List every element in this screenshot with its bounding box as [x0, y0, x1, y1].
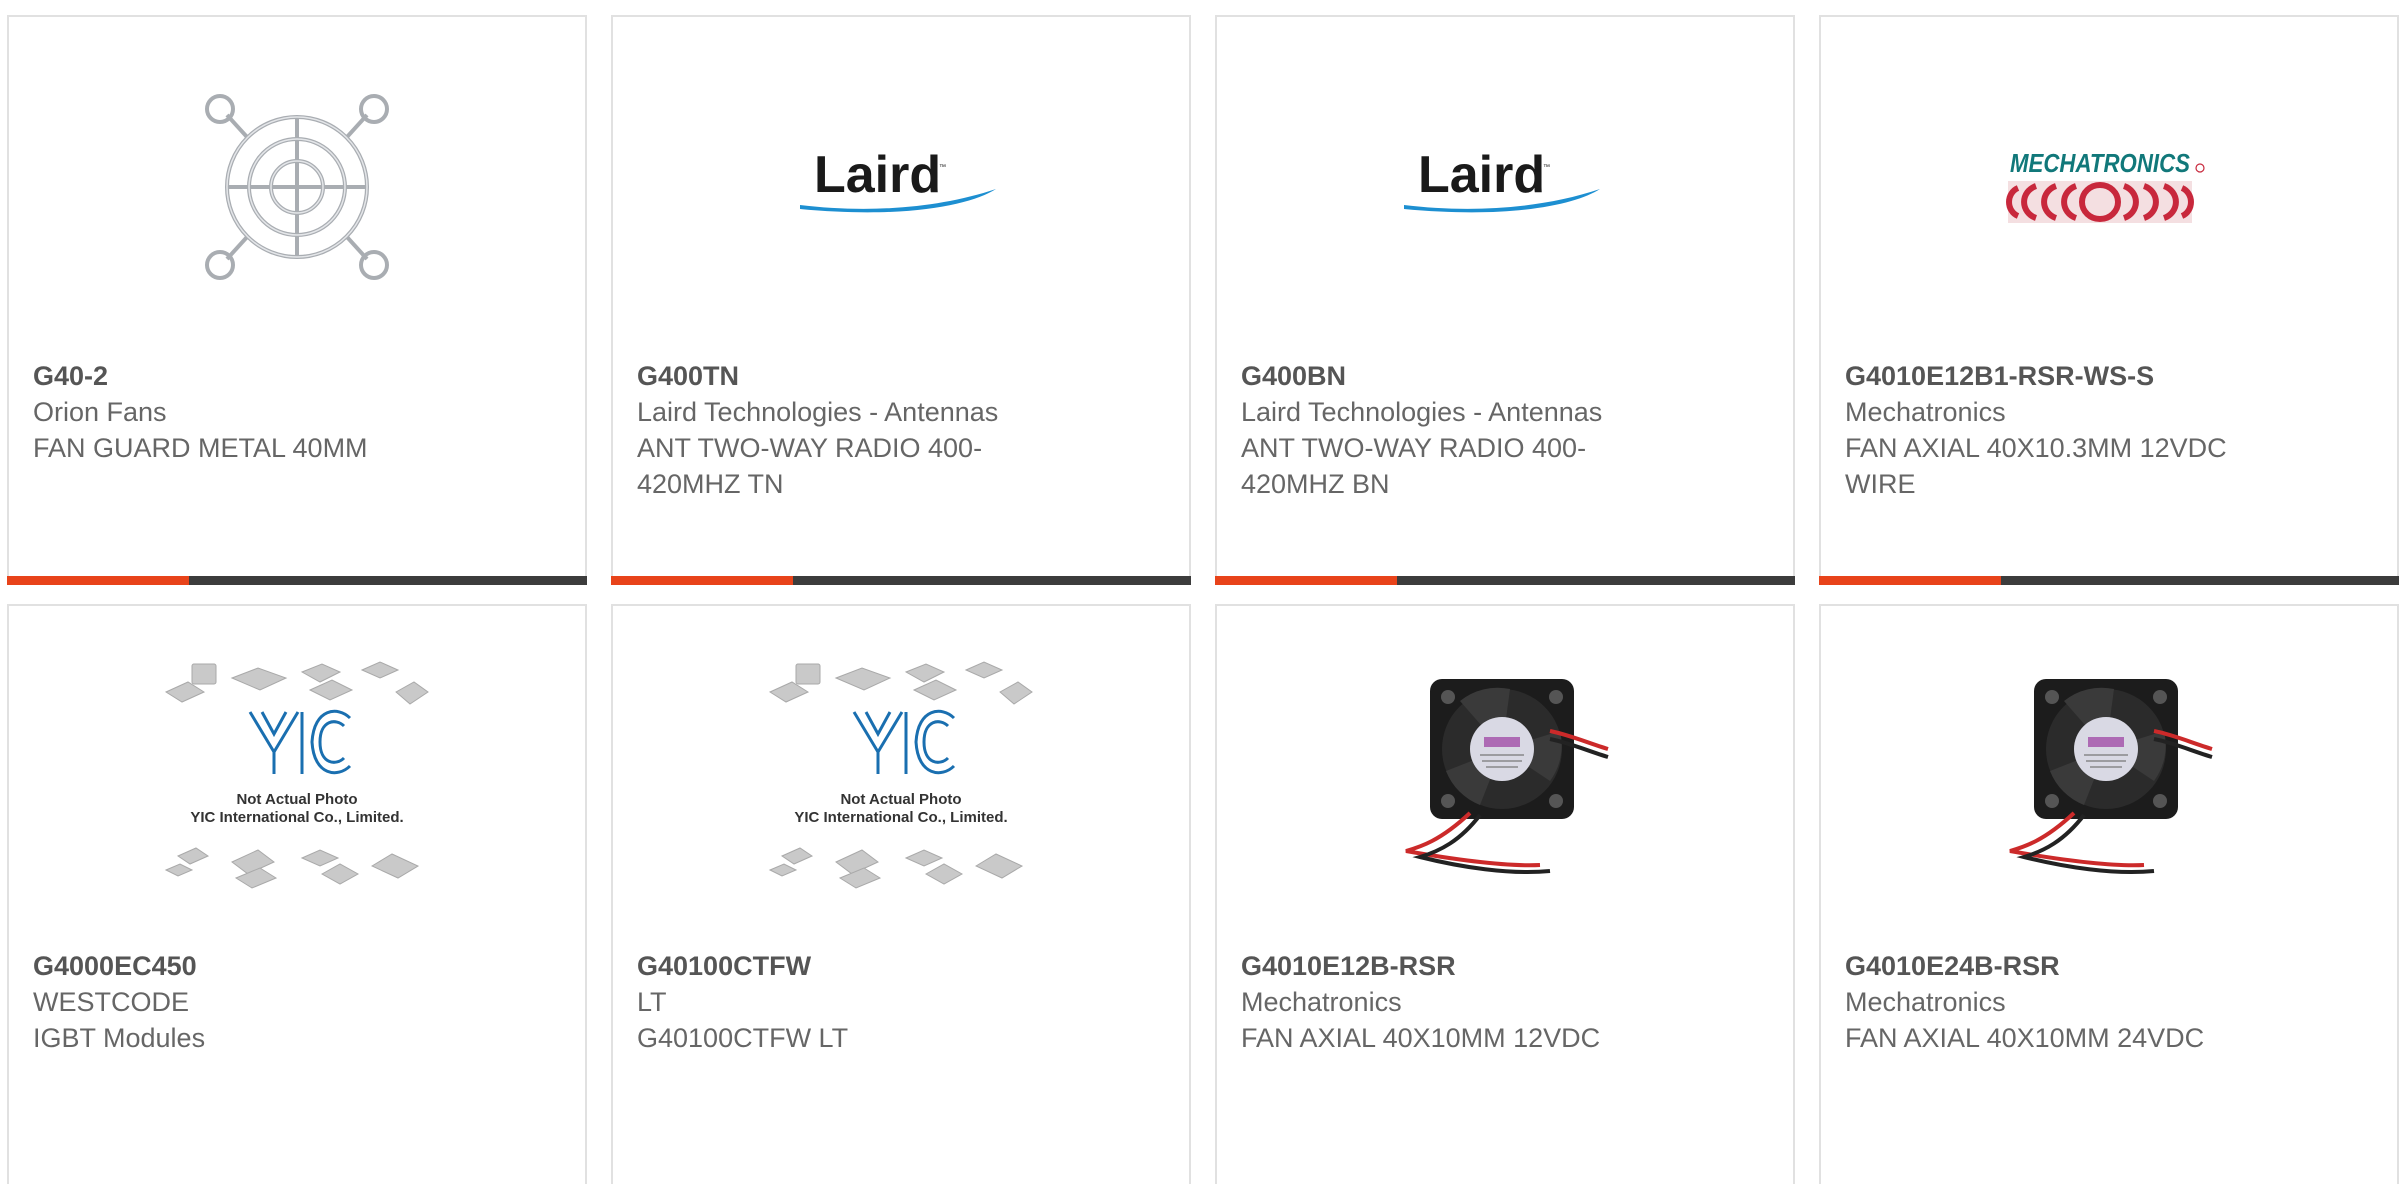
product-image[interactable]: Laird ™ — [613, 67, 1189, 307]
fan-guard-photo — [205, 94, 389, 280]
manufacturer: Mechatronics — [1845, 397, 2006, 427]
description: FAN AXIAL 40X10.3MM 12VDC WIRE — [1845, 433, 2227, 499]
card-accent-bar — [1819, 576, 2399, 585]
description: FAN GUARD METAL 40MM — [33, 433, 368, 463]
laird-logo: Laird ™ — [800, 147, 996, 213]
card-accent-bar — [1215, 576, 1795, 585]
product-card[interactable]: G4010E12B-RSR Mechatronics FAN AXIAL 40X… — [1215, 604, 1795, 1184]
svg-text:Laird: Laird — [814, 147, 941, 204]
part-number[interactable]: G40100CTFW — [637, 948, 1157, 984]
manufacturer: Laird Technologies - Antennas — [1241, 397, 1603, 427]
mechatronics-logo: MECHATRONICS — [2006, 148, 2205, 223]
product-card[interactable]: Not Actual Photo YIC International Co., … — [611, 604, 1191, 1184]
svg-text:Not Actual Photo: Not Actual Photo — [236, 791, 357, 808]
product-image[interactable]: MECHATRONICS — [1821, 67, 2397, 307]
product-card[interactable]: G40-2 Orion Fans FAN GUARD METAL 40MM — [7, 15, 587, 585]
svg-text:Laird: Laird — [1418, 147, 1545, 204]
product-card[interactable]: Laird ™ G400TN Laird Technologies - Ante… — [611, 15, 1191, 585]
manufacturer: Orion Fans — [33, 397, 167, 427]
description: ANT TWO-WAY RADIO 400-420MHZ BN — [1241, 433, 1587, 499]
product-card[interactable]: MECHATRONICS G4010E12B1-RSR-WS-S Mechatr… — [1819, 15, 2399, 585]
axial-fan-photo — [2009, 679, 2213, 875]
product-image[interactable] — [1821, 656, 2397, 896]
not-actual-photo-placeholder: Not Actual Photo YIC International Co., … — [768, 661, 1033, 889]
part-number[interactable]: G400BN — [1241, 358, 1761, 394]
product-card[interactable]: Laird ™ G400BN Laird Technologies - Ante… — [1215, 15, 1795, 585]
product-image[interactable]: Not Actual Photo YIC International Co., … — [9, 656, 585, 896]
part-number[interactable]: G4010E12B1-RSR-WS-S — [1845, 358, 2365, 394]
svg-text:Not Actual Photo: Not Actual Photo — [840, 791, 961, 808]
svg-text:YIC International Co., Limited: YIC International Co., Limited. — [794, 809, 1007, 826]
manufacturer: Mechatronics — [1845, 987, 2006, 1017]
svg-text:MECHATRONICS: MECHATRONICS — [2010, 148, 2191, 178]
axial-fan-photo — [1405, 679, 1609, 875]
description: FAN AXIAL 40X10MM 24VDC — [1845, 1023, 2205, 1053]
not-actual-photo-placeholder: Not Actual Photo YIC International Co., … — [164, 661, 429, 889]
product-image[interactable]: Not Actual Photo YIC International Co., … — [613, 656, 1189, 896]
card-accent-bar — [7, 576, 587, 585]
svg-text:™: ™ — [1543, 164, 1550, 171]
manufacturer: Laird Technologies - Antennas — [637, 397, 999, 427]
laird-logo: Laird ™ — [1404, 147, 1600, 213]
svg-text:YIC International Co., Limited: YIC International Co., Limited. — [190, 809, 403, 826]
description: G40100CTFW LT — [637, 1023, 849, 1053]
part-number[interactable]: G4000EC450 — [33, 948, 553, 984]
part-number[interactable]: G4010E12B-RSR — [1241, 948, 1761, 984]
part-number[interactable]: G40-2 — [33, 358, 553, 394]
part-number[interactable]: G400TN — [637, 358, 1157, 394]
description: IGBT Modules — [33, 1023, 206, 1053]
product-grid: G40-2 Orion Fans FAN GUARD METAL 40MM La… — [0, 0, 2400, 1184]
manufacturer: LT — [637, 987, 667, 1017]
product-image[interactable] — [9, 67, 585, 307]
manufacturer: WESTCODE — [33, 987, 190, 1017]
product-image[interactable]: Laird ™ — [1217, 67, 1793, 307]
product-image[interactable] — [1217, 656, 1793, 896]
part-number[interactable]: G4010E24B-RSR — [1845, 948, 2365, 984]
description: ANT TWO-WAY RADIO 400-420MHZ TN — [637, 433, 983, 499]
manufacturer: Mechatronics — [1241, 987, 1402, 1017]
product-card[interactable]: G4010E24B-RSR Mechatronics FAN AXIAL 40X… — [1819, 604, 2399, 1184]
description: FAN AXIAL 40X10MM 12VDC — [1241, 1023, 1601, 1053]
product-card[interactable]: Not Actual Photo YIC International Co., … — [7, 604, 587, 1184]
card-accent-bar — [611, 576, 1191, 585]
svg-text:™: ™ — [939, 164, 946, 171]
